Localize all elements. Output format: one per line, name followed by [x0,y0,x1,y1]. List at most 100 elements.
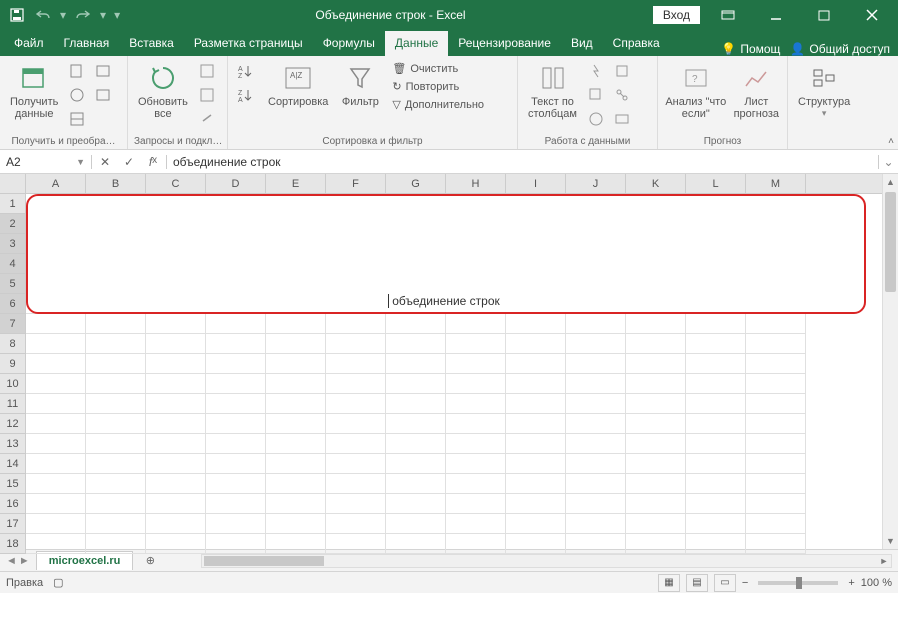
col-header-G[interactable]: G [386,174,446,193]
from-text-icon[interactable] [66,60,88,82]
cell-E10[interactable] [266,374,326,394]
sort-desc-icon[interactable]: ZA [234,84,256,106]
merged-cell-selection[interactable]: объединение строк [26,194,866,314]
cell-M9[interactable] [746,354,806,374]
h-scroll-thumb[interactable] [204,556,324,566]
cell-G7[interactable] [386,314,446,334]
clear-filter-button[interactable]: 🗑Очистить [388,60,488,77]
cell-D10[interactable] [206,374,266,394]
cell-E7[interactable] [266,314,326,334]
cell-F13[interactable] [326,434,386,454]
cell-A14[interactable] [26,454,86,474]
cell-J17[interactable] [566,514,626,534]
col-header-H[interactable]: H [446,174,506,193]
col-header-K[interactable]: K [626,174,686,193]
formula-input[interactable]: объединение строк [167,155,878,169]
cell-K11[interactable] [626,394,686,414]
col-header-B[interactable]: B [86,174,146,193]
cell-D7[interactable] [206,314,266,334]
cell-A16[interactable] [26,494,86,514]
cell-K14[interactable] [626,454,686,474]
remove-dup-icon[interactable] [585,84,607,106]
cell-M12[interactable] [746,414,806,434]
cell-A7[interactable] [26,314,86,334]
fx-icon[interactable]: fx [144,155,162,169]
close-icon[interactable] [852,0,892,30]
cell-M14[interactable] [746,454,806,474]
row-header-17[interactable]: 17 [0,514,26,534]
horizontal-scrollbar[interactable]: ◄ ► [201,554,892,568]
row-header-5[interactable]: 5 [0,274,26,294]
cell-K17[interactable] [626,514,686,534]
cell-M16[interactable] [746,494,806,514]
cell-G18[interactable] [386,534,446,554]
cell-K16[interactable] [626,494,686,514]
outline-button[interactable]: Структура ▾ [794,60,854,121]
cell-M10[interactable] [746,374,806,394]
from-web-icon[interactable] [66,84,88,106]
cell-J11[interactable] [566,394,626,414]
cell-I12[interactable] [506,414,566,434]
expand-formula-icon[interactable]: ⌄ [878,155,898,169]
row-header-11[interactable]: 11 [0,394,26,414]
col-header-E[interactable]: E [266,174,326,193]
cell-J9[interactable] [566,354,626,374]
cell-E16[interactable] [266,494,326,514]
cell-J10[interactable] [566,374,626,394]
cell-A12[interactable] [26,414,86,434]
cell-F15[interactable] [326,474,386,494]
cell-E17[interactable] [266,514,326,534]
tab-page-layout[interactable]: Разметка страницы [184,31,313,56]
cell-G14[interactable] [386,454,446,474]
cell-I16[interactable] [506,494,566,514]
cell-H9[interactable] [446,354,506,374]
cell-E13[interactable] [266,434,326,454]
cell-J12[interactable] [566,414,626,434]
cell-B11[interactable] [86,394,146,414]
cell-L8[interactable] [686,334,746,354]
cell-D16[interactable] [206,494,266,514]
existing-conn-icon[interactable] [92,84,114,106]
cell-C17[interactable] [146,514,206,534]
scroll-thumb[interactable] [885,192,896,292]
cell-F18[interactable] [326,534,386,554]
row-header-6[interactable]: 6 [0,294,26,314]
cell-D17[interactable] [206,514,266,534]
zoom-level[interactable]: 100 % [861,577,892,589]
cell-C8[interactable] [146,334,206,354]
cell-D9[interactable] [206,354,266,374]
cell-K15[interactable] [626,474,686,494]
cell-H18[interactable] [446,534,506,554]
data-validation-icon[interactable] [585,108,607,130]
cell-F14[interactable] [326,454,386,474]
cell-H10[interactable] [446,374,506,394]
cell-I7[interactable] [506,314,566,334]
cell-C12[interactable] [146,414,206,434]
cell-B17[interactable] [86,514,146,534]
cell-D13[interactable] [206,434,266,454]
select-all-corner[interactable] [0,174,26,193]
cell-J18[interactable] [566,534,626,554]
cell-M17[interactable] [746,514,806,534]
tab-help[interactable]: Справка [603,31,670,56]
flash-fill-icon[interactable] [585,60,607,82]
cell-I18[interactable] [506,534,566,554]
cell-F11[interactable] [326,394,386,414]
cell-E18[interactable] [266,534,326,554]
cell-A17[interactable] [26,514,86,534]
col-header-L[interactable]: L [686,174,746,193]
cell-E15[interactable] [266,474,326,494]
row-header-2[interactable]: 2 [0,214,26,234]
cell-A8[interactable] [26,334,86,354]
cell-F16[interactable] [326,494,386,514]
cell-A11[interactable] [26,394,86,414]
cell-K8[interactable] [626,334,686,354]
cell-H16[interactable] [446,494,506,514]
col-header-M[interactable]: M [746,174,806,193]
cell-L13[interactable] [686,434,746,454]
cell-F9[interactable] [326,354,386,374]
normal-view-icon[interactable]: ▦ [658,574,680,592]
cell-B12[interactable] [86,414,146,434]
cell-M18[interactable] [746,534,806,554]
cell-L7[interactable] [686,314,746,334]
